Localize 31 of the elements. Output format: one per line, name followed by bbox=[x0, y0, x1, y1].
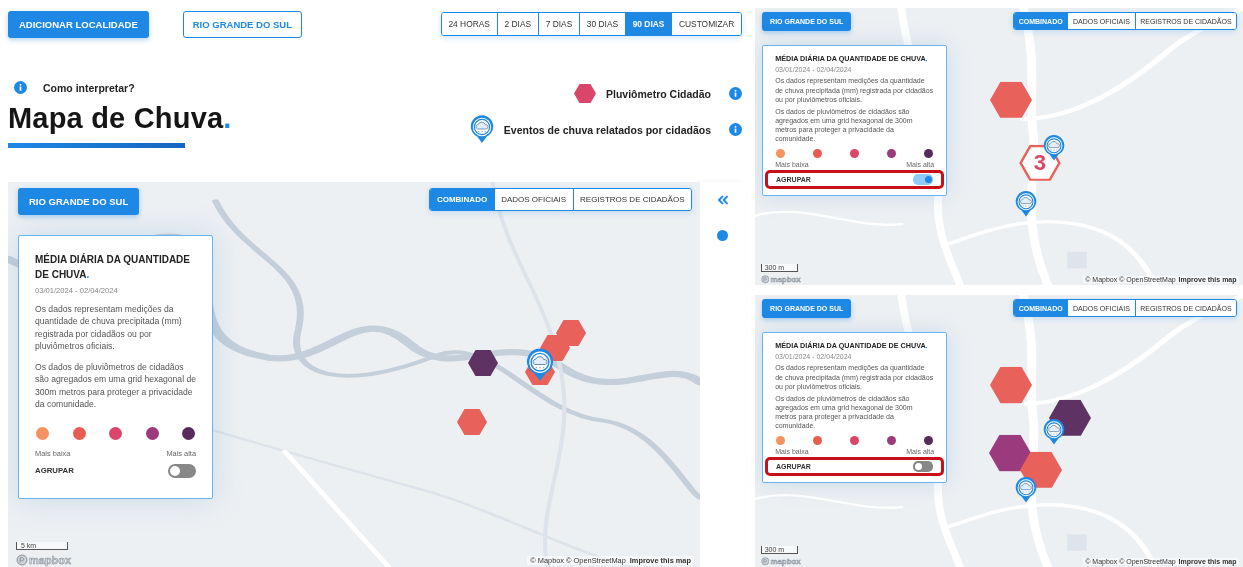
status-dot bbox=[717, 230, 728, 241]
layer-tab[interactable]: DADOS OFICIAIS bbox=[493, 189, 573, 210]
help-link[interactable]: Como interpretar? bbox=[43, 81, 135, 94]
page-title: Mapa de Chuva. bbox=[8, 102, 232, 135]
period-tab[interactable]: 90 DIAS bbox=[624, 12, 672, 36]
logo-icon bbox=[16, 554, 28, 566]
rain-pin-icon[interactable] bbox=[1043, 418, 1066, 446]
period-tab[interactable]: 2 DIAS bbox=[496, 12, 538, 36]
info-icon[interactable] bbox=[14, 81, 27, 94]
region-button[interactable]: RIO GRANDE DO SUL bbox=[18, 188, 140, 215]
description-text: Os dados de pluviômetros de cidadãos são agregados em uma grid hexagonal de 300m metros para proteger a privacidade da comunidade. bbox=[35, 360, 196, 411]
card-title: MÉDIA DIÁRIA DA QUANTIDADE DE CHUVA. bbox=[35, 252, 191, 282]
info-icon[interactable] bbox=[729, 123, 742, 136]
info-icon[interactable] bbox=[729, 87, 742, 101]
add-location-button[interactable]: ADICIONAR LOCALIDADE bbox=[8, 10, 149, 38]
description-text: Os dados representam medições da quantidade de chuva precipitada (mm) registrada por cidadãos ou por pluviômetros oficiais. bbox=[35, 303, 183, 353]
logo-icon bbox=[760, 557, 770, 567]
period-tab[interactable]: 24 HORAS bbox=[441, 12, 497, 36]
layer-tab[interactable]: COMBINADO bbox=[430, 189, 494, 210]
group-toggle[interactable] bbox=[168, 463, 196, 478]
logo-text: mapbox bbox=[29, 554, 72, 566]
group-toggle[interactable] bbox=[913, 174, 934, 185]
logo-icon bbox=[760, 275, 770, 285]
region-button[interactable]: RIO GRANDE DO SUL bbox=[182, 10, 302, 38]
period-tab[interactable]: 30 DIAS bbox=[579, 12, 625, 36]
period-tab[interactable]: CUSTOMIZAR bbox=[671, 12, 741, 36]
period-tab[interactable]: 7 DIAS bbox=[537, 12, 580, 36]
legend-label: Pluviômetro Cidadão bbox=[606, 87, 711, 100]
group-toggle[interactable] bbox=[913, 461, 934, 472]
layer-tab[interactable]: REGISTROS DE CIDADÃOS bbox=[572, 189, 691, 210]
legend-label: Eventos de chuva relatados por cidadãos bbox=[503, 123, 711, 136]
